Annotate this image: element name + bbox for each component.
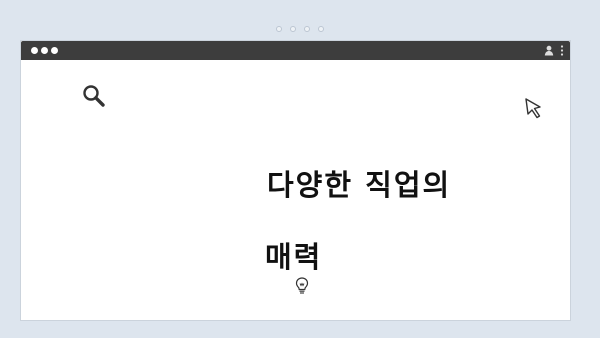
pager-dot[interactable]: [276, 26, 282, 32]
pager-dot[interactable]: [318, 26, 324, 32]
window-control-dot[interactable]: [51, 47, 58, 54]
search-icon[interactable]: [81, 83, 107, 109]
profile-icon[interactable]: [544, 45, 554, 56]
window-control-dot[interactable]: [41, 47, 48, 54]
window-control-dot[interactable]: [31, 47, 38, 54]
title-bar: [21, 41, 570, 60]
cursor-icon: [525, 98, 541, 119]
window-controls: [31, 45, 58, 54]
headline-line-1: 다양한 직업의: [267, 168, 452, 202]
headline-line-2: 매력: [265, 240, 323, 274]
pager-dots: [0, 26, 600, 32]
browser-window: 다양한 직업의 매력: [20, 40, 571, 321]
pager-dot[interactable]: [304, 26, 310, 32]
kebab-menu-icon[interactable]: [560, 45, 564, 56]
lightbulb-icon: [295, 277, 309, 294]
pager-dot[interactable]: [290, 26, 296, 32]
